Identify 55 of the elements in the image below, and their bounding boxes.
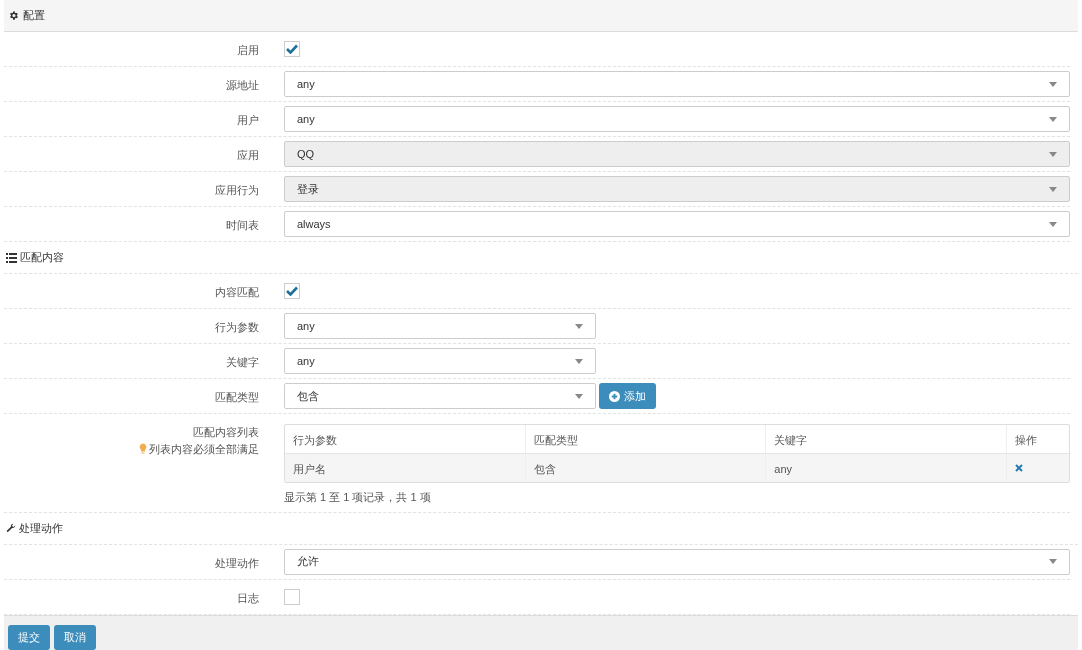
dropdown-select[interactable]: 允许 bbox=[284, 548, 1070, 575]
field-label: 应用行为 bbox=[215, 184, 259, 196]
caret-icon bbox=[1049, 116, 1057, 122]
form-button[interactable]: 取消 bbox=[54, 624, 96, 650]
checkbox[interactable] bbox=[284, 283, 300, 299]
field-label: 用户 bbox=[237, 114, 259, 126]
section-title: 配置 bbox=[23, 8, 45, 24]
caret-icon bbox=[575, 358, 583, 364]
field-label: 日志 bbox=[237, 591, 259, 604]
field-label: 时间表 bbox=[226, 219, 259, 231]
dropdown-select[interactable]: 包含 bbox=[284, 383, 596, 409]
field-label: 匹配类型 bbox=[215, 391, 259, 403]
field-label: 内容匹配 bbox=[215, 286, 259, 298]
field-label: 关键字 bbox=[226, 356, 259, 368]
table-cell: 用户名 bbox=[293, 463, 326, 475]
caret-icon bbox=[1049, 81, 1057, 87]
checkbox[interactable] bbox=[284, 588, 300, 605]
plus-circle-icon bbox=[609, 390, 620, 402]
gear-icon bbox=[8, 10, 19, 21]
field-label: 匹配内容列表 bbox=[193, 425, 259, 440]
table-cell: 包含 bbox=[533, 463, 556, 475]
caret-icon bbox=[1049, 151, 1057, 157]
column-header: 操作 bbox=[1015, 434, 1037, 446]
section-title: 处理动作 bbox=[19, 520, 63, 536]
hint-text: 列表内容必须全部满足 bbox=[149, 441, 259, 457]
checkmark-icon bbox=[286, 44, 298, 54]
add-button[interactable]: 添加 bbox=[599, 383, 656, 409]
field-label: 源地址 bbox=[226, 79, 259, 91]
delete-icon[interactable] bbox=[1015, 464, 1023, 472]
field-label: 应用 bbox=[237, 149, 259, 161]
field-label: 启用 bbox=[237, 44, 259, 56]
field-label: 行为参数 bbox=[215, 321, 259, 333]
caret-icon bbox=[575, 323, 583, 329]
checkbox[interactable] bbox=[284, 41, 300, 57]
caret-icon bbox=[1049, 221, 1057, 227]
dropdown-select[interactable]: any bbox=[284, 106, 1070, 132]
lightbulb-icon bbox=[139, 443, 147, 455]
record-summary: 显示第 1 至 1 项记录，共 1 项 bbox=[284, 490, 432, 505]
caret-icon bbox=[1049, 186, 1057, 192]
dropdown-select[interactable]: any bbox=[284, 313, 596, 339]
section-title: 匹配内容 bbox=[20, 250, 64, 266]
list-icon bbox=[6, 252, 17, 263]
column-header: 关键字 bbox=[774, 434, 808, 446]
form-button[interactable]: 提交 bbox=[8, 624, 50, 650]
caret-icon bbox=[1049, 559, 1057, 564]
caret-icon bbox=[575, 393, 583, 399]
field-label: 处理动作 bbox=[215, 556, 259, 569]
wrench-icon bbox=[6, 523, 16, 533]
dropdown-select[interactable]: always bbox=[284, 211, 1070, 237]
column-header: 行为参数 bbox=[293, 434, 337, 446]
column-header: 匹配类型 bbox=[533, 434, 578, 446]
table-cell: any bbox=[774, 463, 793, 475]
checkmark-icon bbox=[286, 286, 298, 296]
dropdown-select[interactable]: any bbox=[284, 71, 1070, 97]
dropdown-select[interactable]: any bbox=[284, 348, 596, 374]
